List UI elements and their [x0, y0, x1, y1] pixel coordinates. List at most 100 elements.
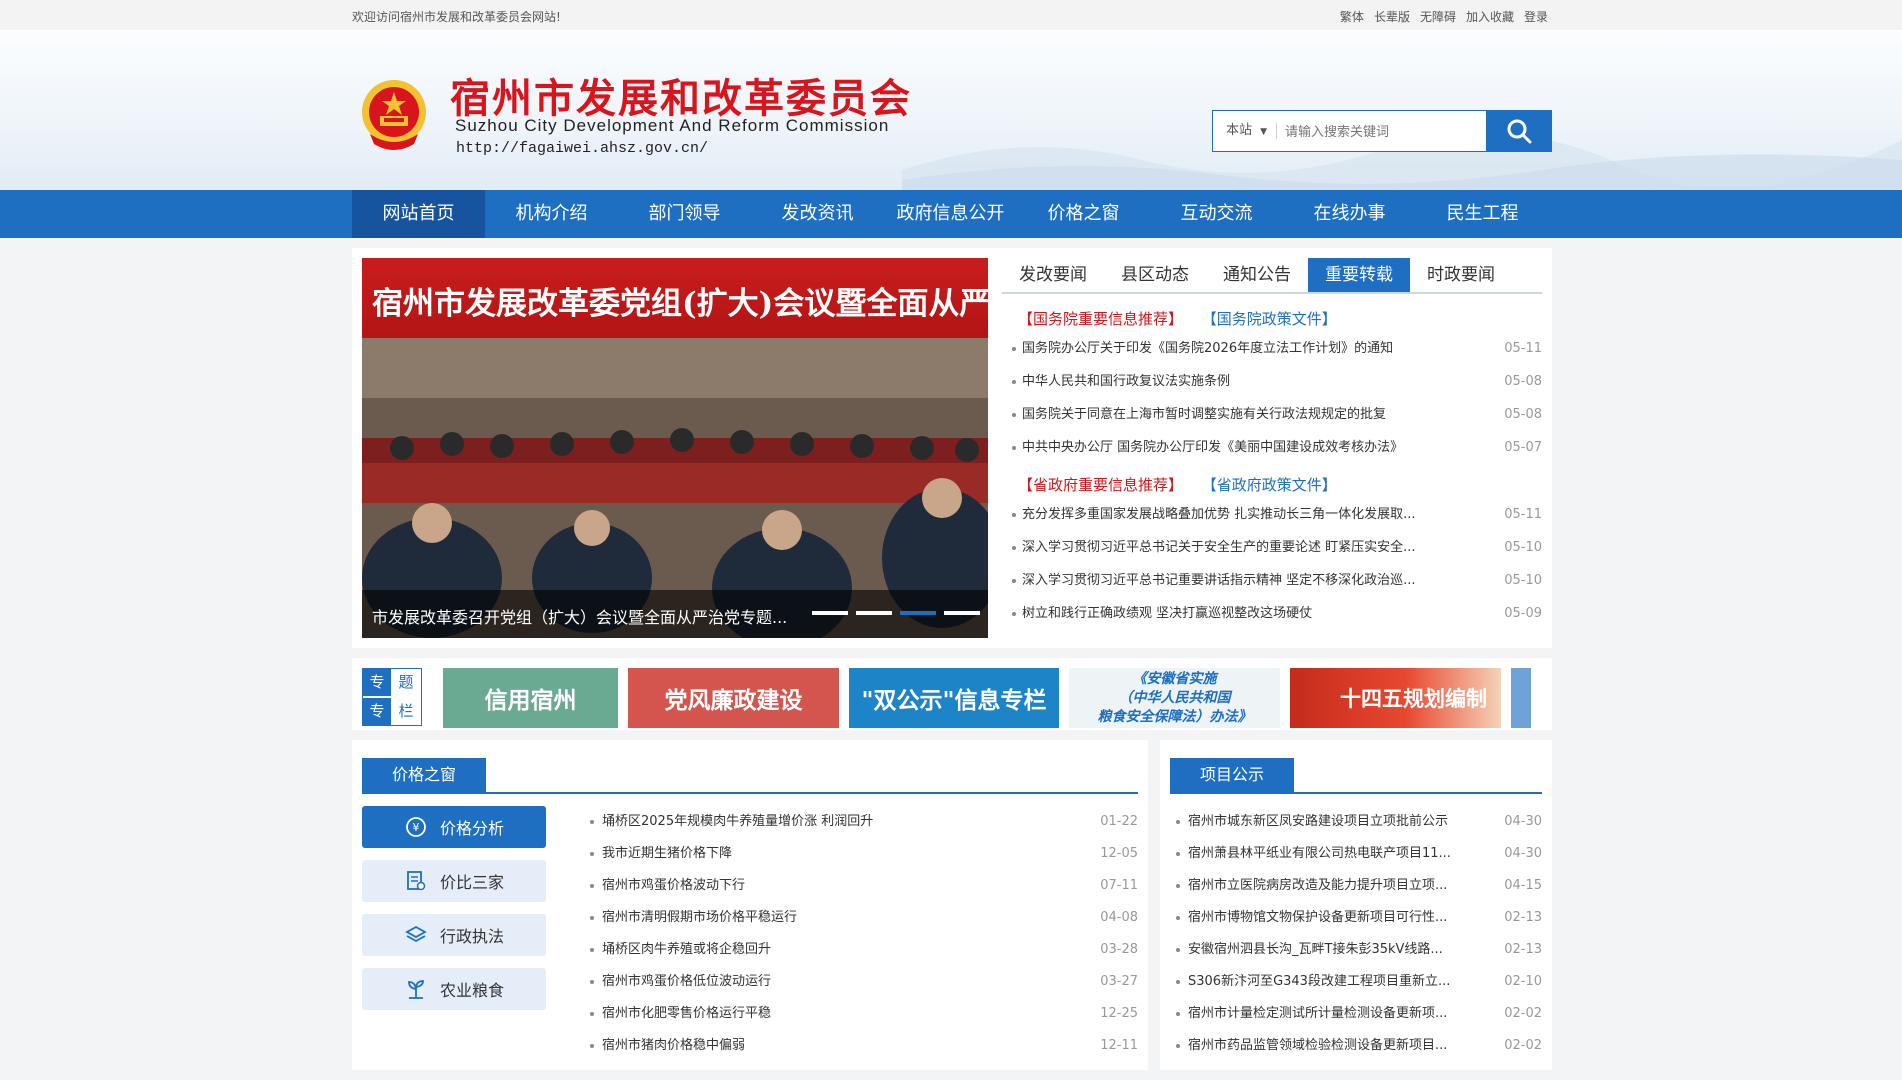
nav-online-services[interactable]: 在线办事 — [1283, 190, 1416, 238]
side-price-compare[interactable]: 价比三家 — [362, 860, 546, 902]
project-notice-panel: 项目公示 宿州市城东新区凤安路建设项目立项批前公示 04-30 宿州萧县林平纸业有… — [1160, 740, 1552, 1070]
list-item: 中华人民共和国行政复议法实施条例 05-08 — [1002, 365, 1542, 398]
news-link[interactable]: 宿州市化肥零售价格运行平稳 — [602, 1006, 771, 1021]
slider-dot-4[interactable] — [944, 611, 980, 615]
news-link[interactable]: 我市近期生猪价格下降 — [602, 846, 732, 861]
topic-double-publicity[interactable]: "双公示"信息专栏 — [849, 668, 1059, 728]
topic-food-security-law[interactable]: 《安徽省实施 （中华人民共和国 粮食安全保障法）办法》 — [1069, 668, 1280, 728]
top-links: 繁体 长辈版 无障碍 加入收藏 登录 — [1340, 8, 1548, 25]
svg-text:¥: ¥ — [412, 821, 419, 834]
news-date: 02-02 — [1504, 1006, 1542, 1021]
slider-dot-3[interactable] — [900, 611, 936, 615]
category-state-council-info[interactable]: 【国务院重要信息推荐】 — [1018, 310, 1183, 328]
side-item-label: 价格分析 — [439, 819, 504, 838]
list-item: 埇桥区2025年规模肉牛养殖量增价涨 利润回升 01-22 — [588, 806, 1138, 838]
sprout-icon — [408, 980, 424, 999]
side-item-label: 价比三家 — [439, 873, 504, 892]
news-link[interactable]: 宿州市计量检定测试所计量检测设备更新项... — [1188, 1006, 1447, 1021]
side-item-label: 农业粮食 — [439, 981, 504, 1000]
news-link[interactable]: 中共中央办公厅 国务院办公厅印发《美丽中国建设成效考核办法》 — [1022, 440, 1403, 455]
category-row-province: 【省政府重要信息推荐】 【省政府政策文件】 — [1018, 474, 1542, 494]
list-item: 深入学习贯彻习近平总书记关于安全生产的重要论述 盯紧压实安全... 05-10 — [1002, 531, 1542, 564]
news-link[interactable]: 埇桥区肉牛养殖或将企稳回升 — [602, 942, 771, 957]
tab-notices[interactable]: 通知公告 — [1206, 258, 1308, 292]
chevron-down-icon: ▼ — [1260, 127, 1268, 137]
tab-county-news[interactable]: 县区动态 — [1104, 258, 1206, 292]
topic-credit-suzhou[interactable]: 信用宿州 — [443, 668, 618, 728]
main-nav: 网站首页 机构介绍 部门领导 发改资讯 政府信息公开 价格之窗 互动交流 在线办… — [0, 190, 1902, 238]
nav-leaders[interactable]: 部门领导 — [618, 190, 751, 238]
slider-dot-2[interactable] — [856, 611, 892, 615]
news-link[interactable]: 宿州市清明假期市场价格平稳运行 — [602, 910, 797, 925]
slider-dot-1[interactable] — [812, 611, 848, 615]
side-price-analysis[interactable]: ¥ 价格分析 — [362, 806, 546, 848]
list-item: 我市近期生猪价格下降 12-05 — [588, 838, 1138, 870]
tab-reprints[interactable]: 重要转载 — [1308, 258, 1410, 292]
topic-14th-five-year-plan[interactable]: 十四五规划编制 — [1290, 668, 1501, 728]
nav-home[interactable]: 网站首页 — [352, 190, 485, 238]
side-admin-enforcement[interactable]: 行政执法 — [362, 914, 546, 956]
topic-party-integrity[interactable]: 党风廉政建设 — [628, 668, 839, 728]
news-link[interactable]: S306新汴河至G343段改建工程项目重新立... — [1188, 974, 1450, 989]
nav-about[interactable]: 机构介绍 — [485, 190, 618, 238]
news-link[interactable]: 宿州市博物馆文物保护设备更新项目可行性... — [1188, 910, 1447, 925]
list-item: 宿州市博物馆文物保护设备更新项目可行性... 02-13 — [1174, 902, 1542, 934]
category-province-policy[interactable]: 【省政府政策文件】 — [1202, 476, 1337, 494]
project-notice-title[interactable]: 项目公示 — [1170, 758, 1295, 792]
news-date: 05-11 — [1504, 507, 1542, 522]
project-notice-header: 项目公示 — [1170, 758, 1542, 794]
nav-news[interactable]: 发改资讯 — [751, 190, 884, 238]
news-link[interactable]: 宿州市猪肉价格稳中偏弱 — [602, 1038, 745, 1053]
tab-politics[interactable]: 时政要闻 — [1410, 258, 1512, 292]
list-item: 中共中央办公厅 国务院办公厅印发《美丽中国建设成效考核办法》 05-07 — [1002, 431, 1542, 464]
site-url: http://fagaiwei.ahsz.gov.cn/ — [456, 140, 709, 157]
news-link[interactable]: 树立和践行正确政绩观 坚决打赢巡视整改这场硬仗 — [1022, 606, 1312, 621]
nav-price-window[interactable]: 价格之窗 — [1017, 190, 1150, 238]
province-news-list: 充分发挥多重国家发展战略叠加优势 扎实推动长三角一体化发展取... 05-11 深… — [1002, 498, 1542, 630]
login-link[interactable]: 登录 — [1524, 8, 1548, 25]
news-link[interactable]: 宿州萧县林平纸业有限公司热电联产项目11... — [1188, 846, 1451, 861]
news-tabs: 发改要闻 县区动态 通知公告 重要转载 时政要闻 — [1002, 258, 1542, 294]
search-button[interactable] — [1486, 110, 1552, 152]
news-link[interactable]: 宿州市立医院病房改造及能力提升项目立项... — [1188, 878, 1447, 893]
add-favorite-link[interactable]: 加入收藏 — [1466, 8, 1514, 25]
news-link[interactable]: 国务院办公厅关于印发《国务院2026年度立法工作计划》的通知 — [1022, 341, 1393, 356]
news-link[interactable]: 宿州市城东新区凤安路建设项目立项批前公示 — [1188, 814, 1448, 829]
tab-fagai-news[interactable]: 发改要闻 — [1002, 258, 1104, 292]
news-link[interactable]: 深入学习贯彻习近平总书记关于安全生产的重要论述 盯紧压实安全... — [1022, 540, 1416, 555]
search-input[interactable] — [1285, 111, 1475, 151]
elder-mode-link[interactable]: 长辈版 — [1374, 8, 1410, 25]
price-window-title[interactable]: 价格之窗 — [362, 758, 487, 792]
layers-icon — [405, 925, 427, 943]
side-agriculture-grain[interactable]: 农业粮食 — [362, 968, 546, 1010]
news-link[interactable]: 国务院关于同意在上海市暂时调整实施有关行政法规规定的批复 — [1022, 407, 1386, 422]
topic-next-partial[interactable] — [1511, 668, 1531, 728]
news-slider[interactable]: 宿州市发展改革委党组(扩大)会议暨全面从严治党专题会议 市发展改革委召开党组（扩… — [362, 258, 988, 638]
list-item: 宿州市猪肉价格稳中偏弱 12-11 — [588, 1030, 1138, 1062]
accessibility-link[interactable]: 无障碍 — [1420, 8, 1456, 25]
news-date: 02-13 — [1504, 910, 1542, 925]
news-date: 05-10 — [1504, 540, 1542, 555]
search-scope-select[interactable]: 本站 ▼ — [1213, 111, 1281, 151]
top-strip: 欢迎访问宿州市发展和改革委员会网站! 繁体 长辈版 无障碍 加入收藏 登录 — [0, 0, 1902, 30]
news-link[interactable]: 充分发挥多重国家发展战略叠加优势 扎实推动长三角一体化发展取... — [1022, 507, 1416, 522]
category-state-council-policy[interactable]: 【国务院政策文件】 — [1202, 310, 1337, 328]
news-link[interactable]: 安徽宿州泗县长沟_瓦畔T接朱彭35kV线路... — [1188, 942, 1443, 957]
news-link[interactable]: 埇桥区2025年规模肉牛养殖量增价涨 利润回升 — [602, 814, 873, 829]
news-link[interactable]: 宿州市药品监管领域检验检测设备更新项目... — [1188, 1038, 1447, 1053]
nav-livelihood[interactable]: 民生工程 — [1416, 190, 1549, 238]
topic-label-char: 专 — [363, 669, 391, 696]
news-date: 05-11 — [1504, 341, 1542, 356]
nav-interaction[interactable]: 互动交流 — [1150, 190, 1283, 238]
news-date: 05-07 — [1504, 440, 1542, 455]
list-item: 国务院办公厅关于印发《国务院2026年度立法工作计划》的通知 05-11 — [1002, 332, 1542, 365]
slider-banner: 宿州市发展改革委党组(扩大)会议暨全面从严治党专题会议 — [362, 258, 988, 338]
news-link[interactable]: 宿州市鸡蛋价格低位波动运行 — [602, 974, 771, 989]
news-link[interactable]: 中华人民共和国行政复议法实施条例 — [1022, 374, 1230, 389]
category-province-info[interactable]: 【省政府重要信息推荐】 — [1018, 476, 1183, 494]
nav-gov-info[interactable]: 政府信息公开 — [884, 190, 1017, 238]
traditional-chinese-link[interactable]: 繁体 — [1340, 8, 1364, 25]
news-link[interactable]: 深入学习贯彻习近平总书记重要讲话指示精神 坚定不移深化政治巡... — [1022, 573, 1416, 588]
news-link[interactable]: 宿州市鸡蛋价格波动下行 — [602, 878, 745, 893]
site-header: 宿州市发展和改革委员会 Suzhou City Development And … — [0, 30, 1902, 190]
